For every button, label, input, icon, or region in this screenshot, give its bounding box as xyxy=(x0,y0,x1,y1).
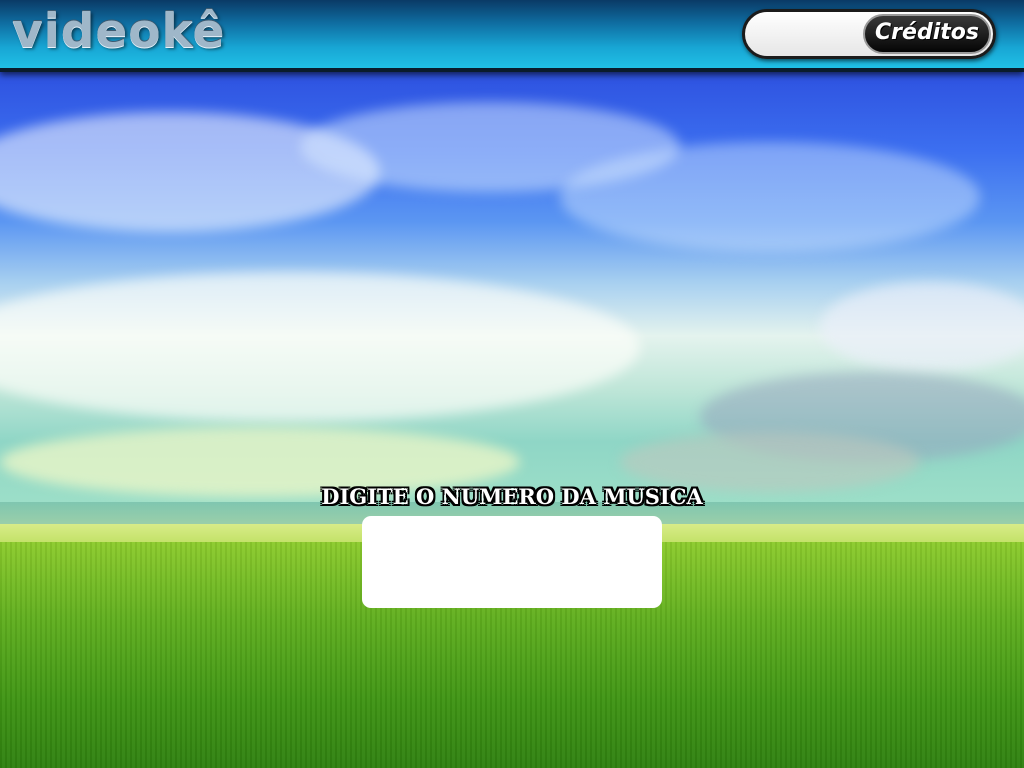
app-logo: videokê xyxy=(12,4,226,59)
cloud xyxy=(560,142,980,252)
song-number-prompt: DIGITE O NUMERO DA MUSICA xyxy=(321,484,703,509)
credits-button[interactable]: Créditos xyxy=(863,14,991,54)
cloud xyxy=(620,432,920,492)
top-bar: videokê Créditos xyxy=(0,0,1024,72)
song-number-input[interactable] xyxy=(362,516,662,608)
credits-display: Créditos xyxy=(742,9,996,59)
background-landscape xyxy=(0,72,1024,768)
cloud xyxy=(820,282,1024,372)
